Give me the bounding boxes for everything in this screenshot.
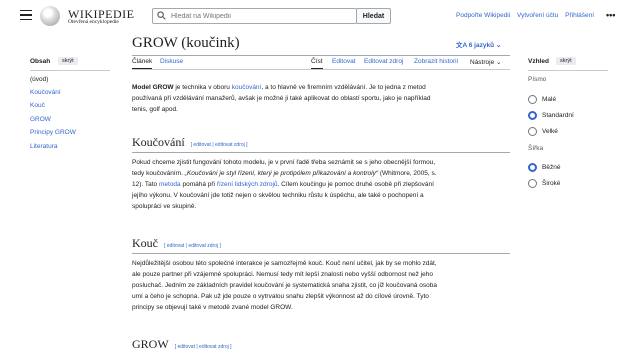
section-heading-grow: GROW [ editovat | editovat zdroj ] bbox=[132, 337, 232, 352]
divider bbox=[30, 70, 110, 71]
translate-icon: 文A bbox=[456, 42, 467, 49]
intro-paragraph: Model GROW je technika v oboru koučování… bbox=[132, 82, 510, 115]
section-edit-links[interactable]: [ editovat | editovat zdroj ] bbox=[164, 243, 221, 249]
search-input[interactable] bbox=[171, 11, 351, 22]
radio-text-small[interactable] bbox=[528, 95, 537, 104]
divider bbox=[132, 69, 510, 70]
tagline: Otevřená encyklopedie bbox=[68, 19, 119, 25]
radio-text-large[interactable] bbox=[528, 127, 537, 136]
text: pomáhá při bbox=[180, 181, 217, 188]
radio-label: Široké bbox=[542, 180, 561, 187]
tab-read[interactable]: Číst bbox=[311, 58, 323, 69]
appearance-hide-button[interactable]: skrýt bbox=[556, 57, 576, 65]
link-rizeni-lidskych-zdroju[interactable]: řízení lidských zdrojů bbox=[217, 181, 278, 188]
text-size-label: Písmo bbox=[528, 76, 547, 83]
text: je technika v oboru bbox=[173, 84, 232, 91]
link-metoda[interactable]: metoda bbox=[159, 181, 181, 188]
tab-history[interactable]: Zobrazit historii bbox=[414, 58, 458, 65]
width-label: Šířka bbox=[528, 145, 544, 152]
donate-link[interactable]: Podpořte Wikipedii bbox=[456, 12, 510, 19]
language-button[interactable]: 文A 6 jazyků ⌄ bbox=[456, 39, 501, 49]
term-bold: Model GROW bbox=[132, 84, 174, 91]
radio-label: Běžné bbox=[542, 164, 561, 171]
section-koucovani-paragraph: Pokud chceme zjistit fungování tohoto mo… bbox=[132, 157, 510, 212]
search-icon bbox=[157, 11, 166, 20]
text: tedy koučováním. bbox=[132, 170, 185, 177]
toc-title: Obsah bbox=[30, 58, 51, 65]
tab-edit-source[interactable]: Editovat zdroj bbox=[364, 58, 403, 65]
page-title: GROW (koučink) bbox=[132, 35, 240, 51]
toc-item-principy-grow[interactable]: Principy GROW bbox=[30, 129, 76, 136]
text: používaná při vzdělávání manažerů, avšak… bbox=[132, 95, 431, 102]
search-box[interactable] bbox=[152, 8, 357, 24]
main-menu-button[interactable] bbox=[20, 10, 32, 20]
text: Pokud chceme zjistit fungování tohoto mo… bbox=[132, 159, 436, 166]
wikipedia-globe-logo[interactable] bbox=[40, 6, 60, 26]
text: posluchač. Jedním ze základních pravidel… bbox=[132, 282, 437, 289]
radio-width-standard[interactable] bbox=[528, 163, 537, 172]
link-koucovani[interactable]: koučování bbox=[232, 84, 262, 91]
divider bbox=[132, 152, 510, 153]
divider bbox=[132, 253, 510, 254]
toc-hide-button[interactable]: skrýt bbox=[58, 57, 78, 65]
text: 12). Tato bbox=[132, 181, 159, 188]
divider bbox=[528, 70, 608, 71]
text: ale pouze partner při vzájemné spoluprác… bbox=[132, 271, 433, 278]
quote: „Koučování je styl řízení, který je prot… bbox=[184, 170, 379, 177]
radio-label: Malé bbox=[542, 96, 557, 103]
radio-text-standard[interactable] bbox=[528, 111, 537, 120]
radio-width-wide[interactable] bbox=[528, 179, 537, 188]
appearance-title: Vzhled bbox=[528, 58, 549, 65]
section-heading-koucovani: Koučování [ editovat | editovat zdroj ] bbox=[132, 135, 248, 150]
heading-text: Koučování bbox=[132, 135, 185, 149]
toc-item-koucovani[interactable]: Koučování bbox=[30, 89, 61, 96]
toc-item-intro[interactable]: (úvod) bbox=[30, 76, 48, 83]
text: . Cílem koučingu je pomoc druhé osobě př… bbox=[277, 181, 434, 188]
text: jejího výkonu. V koučování jde totiž nej… bbox=[132, 192, 424, 199]
tab-discussion[interactable]: Diskuse bbox=[160, 58, 183, 65]
text: umí a čeho je schopna. Pak už jde pouze … bbox=[132, 293, 429, 300]
tab-article[interactable]: Článek bbox=[132, 58, 153, 69]
create-account-link[interactable]: Vytvoření účtu bbox=[517, 12, 558, 19]
chevron-down-icon: ⌄ bbox=[496, 59, 502, 66]
text: principy se objevují také v metodě zvané… bbox=[132, 304, 293, 311]
toc-item-kouc[interactable]: Kouč bbox=[30, 102, 45, 109]
radio-label: Velké bbox=[542, 128, 558, 135]
text: spolupráci ve skupině. bbox=[132, 203, 197, 210]
heading-text: GROW bbox=[132, 337, 169, 351]
toc-item-literatura[interactable]: Literatura bbox=[30, 143, 57, 150]
text: Nejdůležitější osobou této společné inte… bbox=[132, 260, 437, 267]
more-options-icon[interactable]: ••• bbox=[606, 10, 615, 20]
user-links: Podpořte Wikipedii Vytvoření účtu Přihlá… bbox=[456, 12, 599, 19]
divider bbox=[132, 55, 510, 56]
section-edit-links[interactable]: [ editovat | editovat zdroj ] bbox=[191, 142, 248, 148]
tools-menu[interactable]: Nástroje ⌄ bbox=[470, 58, 501, 66]
search-button[interactable]: Hledat bbox=[356, 8, 391, 24]
toc-item-grow[interactable]: GROW bbox=[30, 116, 51, 123]
text: tenis, golf apod. bbox=[132, 106, 178, 113]
text: , a to hlavně ve firemním vzdělávání. Je… bbox=[261, 84, 426, 91]
login-link[interactable]: Přihlášení bbox=[565, 12, 594, 19]
heading-text: Kouč bbox=[132, 236, 158, 250]
section-edit-links[interactable]: [ editovat | editovat zdroj ] bbox=[175, 344, 232, 350]
text: (Whitmore, 2005, s. bbox=[378, 170, 437, 177]
language-count: 6 jazyků bbox=[468, 42, 495, 49]
tools-label: Nástroje bbox=[470, 59, 495, 66]
section-heading-kouc: Kouč [ editovat | editovat zdroj ] bbox=[132, 236, 221, 251]
radio-label: Standardní bbox=[542, 112, 574, 119]
tab-edit[interactable]: Editovat bbox=[332, 58, 356, 65]
section-kouc-paragraph: Nejdůležitější osobou této společné inte… bbox=[132, 258, 510, 313]
chevron-down-icon: ⌄ bbox=[495, 42, 502, 49]
